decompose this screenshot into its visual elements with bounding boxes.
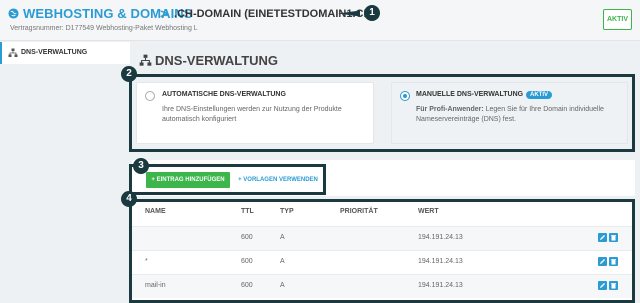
annotation-marker-3: 3: [133, 158, 149, 174]
sitemap-icon: [8, 48, 18, 57]
annotation-marker-2: 2: [121, 66, 137, 82]
page-header: WEBHOSTING & DOMAINS > .CH-DOMAIN (EINET…: [0, 0, 640, 41]
breadcrumb-separator: >: [160, 6, 168, 21]
status-active-button[interactable]: AKTIV: [603, 9, 632, 30]
annotation-frame-2: [129, 74, 635, 152]
annotation-frame-4: [129, 199, 635, 303]
annotation-marker-1: 1: [364, 5, 380, 21]
annotation-marker-4: 4: [121, 191, 137, 207]
page-title: DNS-VERWALTUNG: [155, 53, 279, 68]
contract-info: Vertragsnummer: D177549 Webhosting-Paket…: [10, 25, 198, 32]
sidebar-item-label: DNS-VERWALTUNG: [21, 49, 88, 56]
annotation-arrow-icon: [338, 10, 360, 17]
sidebar: DNS-VERWALTUNG: [0, 42, 130, 303]
globe-icon: [8, 8, 19, 19]
annotation-frame-3: [129, 164, 326, 195]
sidebar-item-dns-verwaltung[interactable]: DNS-VERWALTUNG: [0, 42, 130, 64]
sitemap-icon: [139, 54, 152, 66]
